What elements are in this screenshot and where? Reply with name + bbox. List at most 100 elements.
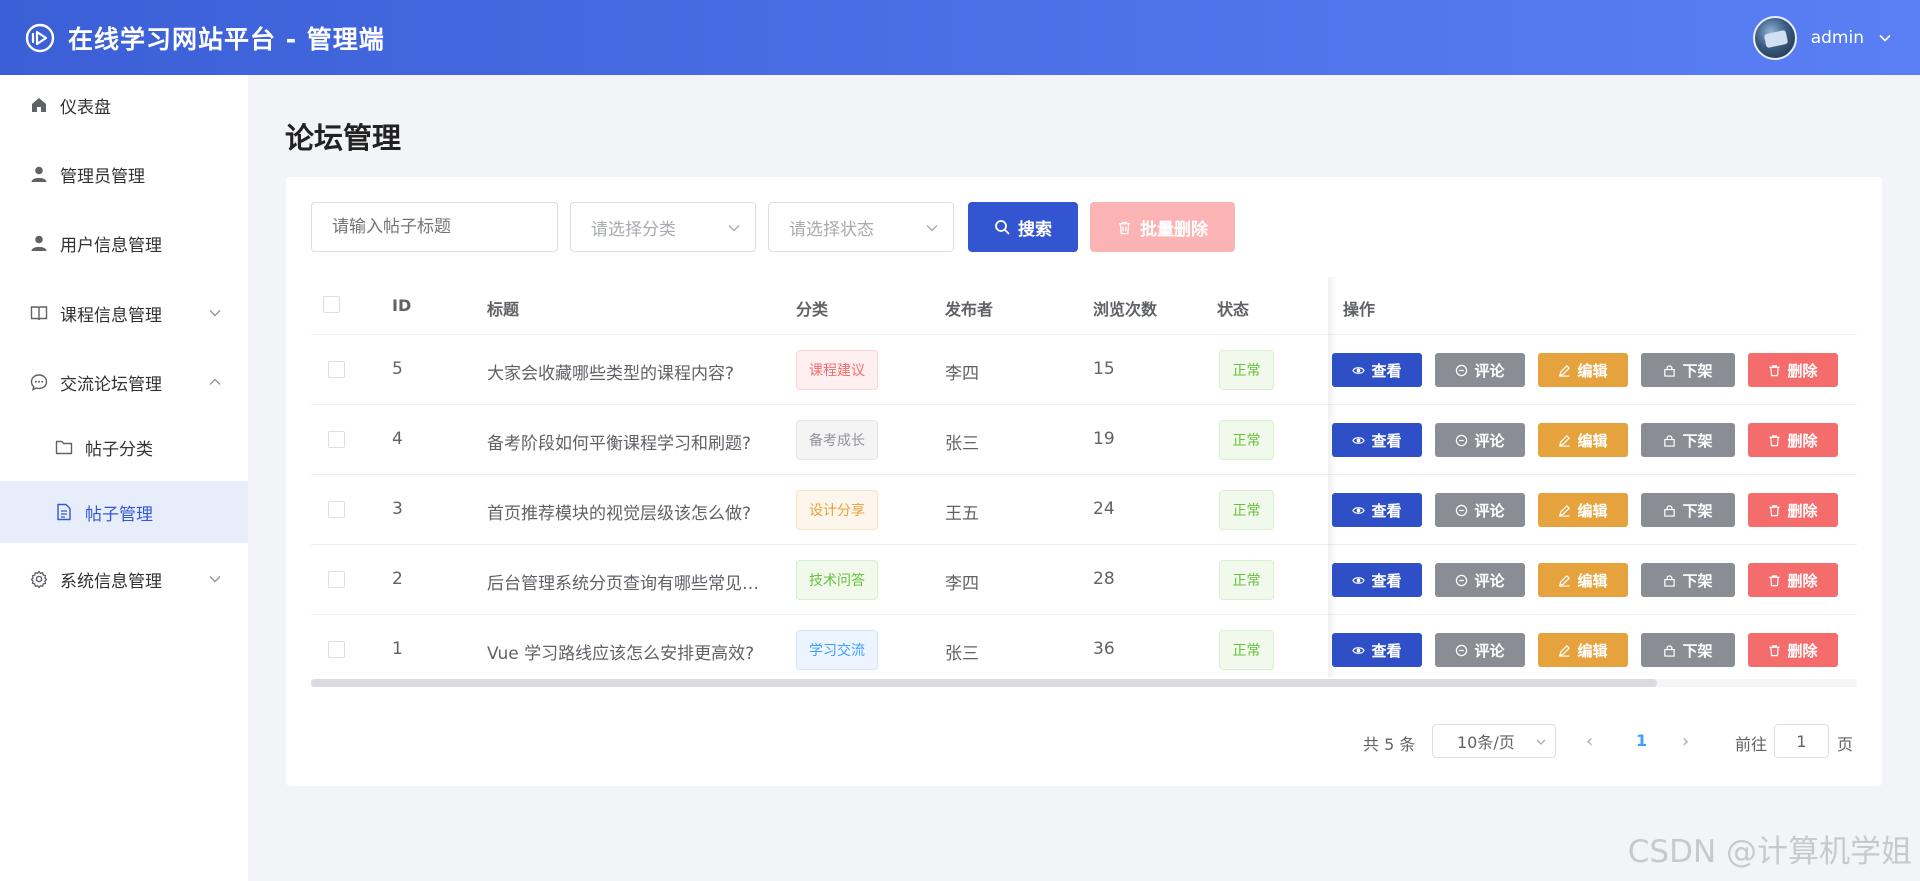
view-button[interactable]: 查看 xyxy=(1332,493,1422,527)
cell-title: 大家会收藏哪些类型的课程内容? xyxy=(487,364,735,384)
chat-icon xyxy=(30,373,48,391)
horizontal-scrollbar[interactable] xyxy=(311,679,1857,687)
view-label: 查看 xyxy=(1371,571,1402,590)
goto-label: 前往 xyxy=(1735,735,1768,754)
cell-author: 张三 xyxy=(945,644,979,664)
row-checkbox[interactable] xyxy=(328,571,345,588)
sidebar-item-label: 交流论坛管理 xyxy=(60,374,162,395)
eye-icon xyxy=(1352,506,1366,514)
status-badge: 正常 xyxy=(1219,560,1274,600)
row-checkbox[interactable] xyxy=(328,641,345,658)
select-all-checkbox[interactable] xyxy=(323,296,340,313)
take-down-button[interactable]: 下架 xyxy=(1641,493,1735,527)
page-number[interactable]: 1 xyxy=(1636,731,1647,750)
sidebar-item-admins[interactable]: 管理员管理 xyxy=(0,144,248,204)
edit-button[interactable]: 编辑 xyxy=(1538,633,1628,667)
cell-title: 备考阶段如何平衡课程学习和刷题? xyxy=(487,434,752,454)
comment-button[interactable]: 评论 xyxy=(1435,353,1525,387)
user-menu[interactable]: admin xyxy=(1752,15,1892,60)
chevron-down-icon xyxy=(1536,739,1546,745)
page-label: 页 xyxy=(1837,735,1854,754)
delete-button[interactable]: 删除 xyxy=(1748,633,1838,667)
content-card: 请选择分类 请选择状态 搜索 批量删除 ID 标题 分类 发布者 浏览次数 状态… xyxy=(286,177,1882,786)
brand: 在线学习网站平台 - 管理端 xyxy=(24,20,385,56)
cell-author: 李四 xyxy=(945,574,979,594)
row-checkbox[interactable] xyxy=(328,361,345,378)
delete-button[interactable]: 删除 xyxy=(1748,563,1838,597)
status-badge: 正常 xyxy=(1219,490,1274,530)
sidebar-item-forum[interactable]: 交流论坛管理 xyxy=(0,352,248,412)
view-button[interactable]: 查看 xyxy=(1332,423,1422,457)
next-page-button[interactable]: › xyxy=(1682,731,1689,752)
take-down-label: 下架 xyxy=(1682,431,1713,450)
header-category: 分类 xyxy=(796,300,829,319)
category-select[interactable]: 请选择分类 xyxy=(570,202,756,252)
chevron-down-icon[interactable] xyxy=(1878,31,1892,45)
chat-icon xyxy=(1456,364,1468,376)
header-views: 浏览次数 xyxy=(1093,300,1158,319)
page-size-select[interactable]: 10条/页 xyxy=(1432,724,1556,758)
header-status: 状态 xyxy=(1217,300,1250,319)
category-tag: 课程建议 xyxy=(796,350,878,390)
comment-button[interactable]: 评论 xyxy=(1435,423,1525,457)
edit-button[interactable]: 编辑 xyxy=(1538,353,1628,387)
edit-button[interactable]: 编辑 xyxy=(1538,423,1628,457)
view-button[interactable]: 查看 xyxy=(1332,353,1422,387)
goto-page-input[interactable] xyxy=(1774,724,1829,758)
status-select[interactable]: 请选择状态 xyxy=(768,202,954,252)
delete-label: 删除 xyxy=(1787,641,1818,660)
comment-button[interactable]: 评论 xyxy=(1435,563,1525,597)
title-search-input[interactable] xyxy=(311,202,558,252)
delete-label: 删除 xyxy=(1787,361,1818,380)
sidebar-item-users[interactable]: 用户信息管理 xyxy=(0,213,248,273)
top-header: 在线学习网站平台 - 管理端 admin xyxy=(0,0,1920,75)
comment-button[interactable]: 评论 xyxy=(1435,493,1525,527)
row-checkbox[interactable] xyxy=(328,501,345,518)
view-label: 查看 xyxy=(1371,641,1402,660)
edit-label: 编辑 xyxy=(1577,431,1608,450)
take-down-button[interactable]: 下架 xyxy=(1641,563,1735,597)
comment-button[interactable]: 评论 xyxy=(1435,633,1525,667)
cell-author: 张三 xyxy=(945,434,979,454)
sidebar-item-post-categories[interactable]: 帖子分类 xyxy=(0,417,248,477)
comment-label: 评论 xyxy=(1474,641,1505,660)
batch-delete-button[interactable]: 批量删除 xyxy=(1090,202,1235,252)
batch-delete-label: 批量删除 xyxy=(1140,219,1208,240)
row-actions: 查看 评论 编辑 下架 删除 xyxy=(1332,475,1857,545)
take-down-button[interactable]: 下架 xyxy=(1641,633,1735,667)
search-button[interactable]: 搜索 xyxy=(968,202,1078,252)
view-button[interactable]: 查看 xyxy=(1332,563,1422,597)
delete-button[interactable]: 删除 xyxy=(1748,353,1838,387)
category-tag: 备考成长 xyxy=(796,420,878,460)
user-name[interactable]: admin xyxy=(1811,28,1864,48)
chevron-down-icon xyxy=(926,225,938,232)
gear-icon xyxy=(30,570,48,588)
sidebar-item-courses[interactable]: 课程信息管理 xyxy=(0,283,248,343)
delete-button[interactable]: 删除 xyxy=(1748,493,1838,527)
search-button-label: 搜索 xyxy=(1018,219,1052,240)
take-down-button[interactable]: 下架 xyxy=(1641,423,1735,457)
pencil-icon xyxy=(1559,434,1571,447)
chevron-down-icon[interactable] xyxy=(208,306,222,320)
edit-button[interactable]: 编辑 xyxy=(1538,493,1628,527)
sidebar-item-post-management[interactable]: 帖子管理 xyxy=(0,481,248,543)
delete-button[interactable]: 删除 xyxy=(1748,423,1838,457)
avatar[interactable] xyxy=(1752,15,1797,60)
sidebar-item-dashboard[interactable]: 仪表盘 xyxy=(0,75,248,135)
cell-id: 5 xyxy=(392,359,403,379)
sidebar-item-system[interactable]: 系统信息管理 xyxy=(0,549,248,609)
row-checkbox[interactable] xyxy=(328,431,345,448)
chat-icon xyxy=(1456,434,1468,446)
delete-label: 删除 xyxy=(1787,431,1818,450)
take-down-button[interactable]: 下架 xyxy=(1641,353,1735,387)
scrollbar-thumb[interactable] xyxy=(311,679,1657,687)
cell-views: 24 xyxy=(1093,499,1115,519)
prev-page-button[interactable]: ‹ xyxy=(1586,731,1593,752)
chevron-down-icon[interactable] xyxy=(208,572,222,586)
chevron-up-icon[interactable] xyxy=(208,375,222,389)
pencil-icon xyxy=(1559,644,1571,657)
edit-button[interactable]: 编辑 xyxy=(1538,563,1628,597)
header-id: ID xyxy=(392,296,412,315)
pencil-icon xyxy=(1559,364,1571,377)
view-button[interactable]: 查看 xyxy=(1332,633,1422,667)
